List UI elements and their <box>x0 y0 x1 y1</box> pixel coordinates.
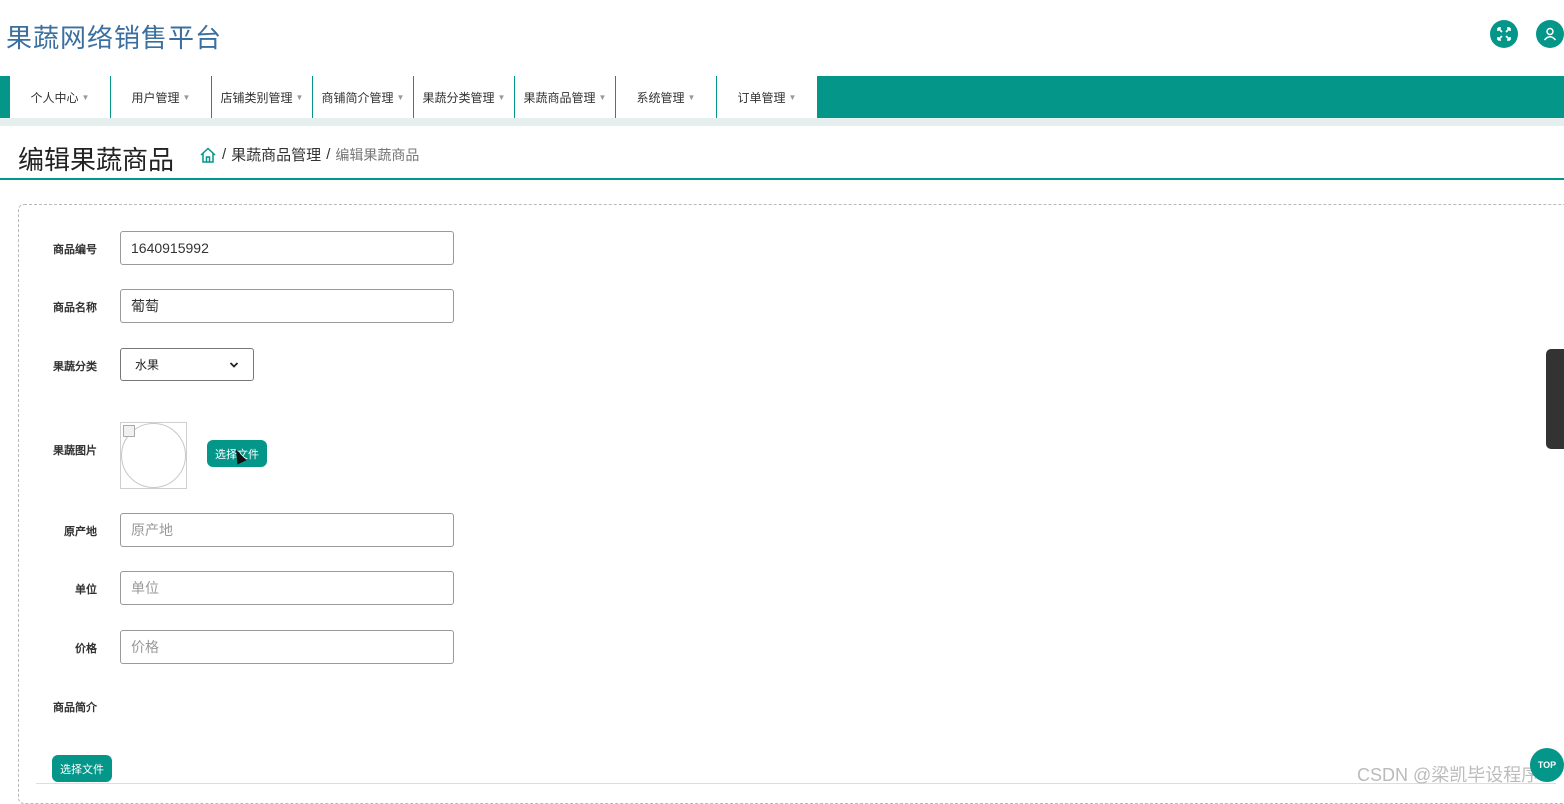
field-label: 原产地 <box>64 526 97 538</box>
edit-form-panel: 商品编号 1640915992 商品名称 葡萄 果蔬分类 水果 果蔬图片 选择文… <box>18 204 1564 804</box>
user-icon <box>1543 27 1557 41</box>
nav-label: 用户管理 <box>131 90 180 105</box>
product-name-input[interactable]: 葡萄 <box>120 289 454 323</box>
chevron-down-icon <box>229 361 239 368</box>
nav-label: 果蔬商品管理 <box>523 90 596 105</box>
page-header: 编辑果蔬商品 / 果蔬商品管理 / 编辑果蔬商品 <box>0 126 1564 180</box>
nav-label: 系统管理 <box>636 90 685 105</box>
editor-toolbar-edge <box>36 783 1556 795</box>
caret-down-icon: ▼ <box>396 92 405 102</box>
nav-sub-strip <box>0 118 1564 126</box>
nav-item-user-management[interactable]: 用户管理 ▼ <box>111 76 212 118</box>
field-label: 商品名称 <box>53 302 97 314</box>
nav-label: 商铺简介管理 <box>321 90 394 105</box>
nav-label: 果蔬分类管理 <box>422 90 495 105</box>
nav-item-personal-center[interactable]: 个人中心 ▼ <box>10 76 111 118</box>
back-to-top-button[interactable]: TOP <box>1530 748 1564 782</box>
home-icon[interactable] <box>199 146 217 163</box>
watermark: CSDN @梁凯毕设程序 <box>1357 765 1540 785</box>
product-code-input[interactable]: 1640915992 <box>120 231 454 265</box>
nav-label: 店铺类别管理 <box>220 90 293 105</box>
caret-down-icon: ▼ <box>687 92 696 102</box>
caret-down-icon: ▼ <box>295 92 304 102</box>
caret-down-icon: ▼ <box>182 92 191 102</box>
breadcrumb-current: 编辑果蔬商品 <box>335 146 420 163</box>
field-label: 果蔬图片 <box>53 445 97 457</box>
field-label: 单位 <box>75 584 97 596</box>
price-input[interactable]: 价格 <box>120 630 454 664</box>
origin-input[interactable]: 原产地 <box>120 513 454 547</box>
field-label: 果蔬分类 <box>53 361 97 373</box>
category-selected-value: 水果 <box>135 358 160 372</box>
field-label: 商品简介 <box>53 702 97 714</box>
page-title: 编辑果蔬商品 <box>18 145 175 175</box>
caret-down-icon: ▼ <box>81 92 90 102</box>
nav-item-system-management[interactable]: 系统管理 ▼ <box>616 76 717 118</box>
expand-icon <box>1497 27 1511 41</box>
fullscreen-button[interactable] <box>1490 20 1518 48</box>
form-row-image: 果蔬图片 选择文件 <box>19 422 519 492</box>
nav-label: 个人中心 <box>30 90 79 105</box>
unit-input[interactable]: 单位 <box>120 571 454 605</box>
product-image-preview <box>120 422 187 489</box>
nav-item-shop-category[interactable]: 店铺类别管理 ▼ <box>212 76 313 118</box>
caret-down-icon: ▼ <box>598 92 607 102</box>
caret-down-icon: ▼ <box>497 92 506 102</box>
breadcrumb-separator: / <box>222 146 227 163</box>
caret-down-icon: ▼ <box>788 92 797 102</box>
choose-intro-file-button[interactable]: 选择文件 <box>52 755 112 782</box>
brand-title: 果蔬网络销售平台 <box>6 23 223 53</box>
user-button[interactable] <box>1536 20 1564 48</box>
nav-item-shop-intro[interactable]: 商铺简介管理 ▼ <box>313 76 414 118</box>
breadcrumb: / 果蔬商品管理 / 编辑果蔬商品 <box>199 144 419 165</box>
main-navbar: 个人中心 ▼ 用户管理 ▼ 店铺类别管理 ▼ 商铺简介管理 ▼ 果蔬分类管理 ▼ 果蔬商品… <box>0 76 1564 118</box>
category-select[interactable]: 水果 <box>120 348 254 381</box>
nav-item-order-management[interactable]: 订单管理 ▼ <box>717 76 818 118</box>
top-header: 果蔬网络销售平台 <box>0 0 1564 76</box>
broken-image-icon <box>123 425 135 437</box>
nav-item-produce-goods[interactable]: 果蔬商品管理 ▼ <box>515 76 616 118</box>
field-label: 商品编号 <box>53 244 97 256</box>
nav-item-produce-category[interactable]: 果蔬分类管理 ▼ <box>414 76 515 118</box>
field-label: 价格 <box>75 643 97 655</box>
nav-label: 订单管理 <box>737 90 786 105</box>
side-scroll-tab[interactable] <box>1546 349 1564 449</box>
breadcrumb-separator: / <box>326 146 331 163</box>
breadcrumb-parent-link[interactable]: 果蔬商品管理 <box>231 144 321 165</box>
